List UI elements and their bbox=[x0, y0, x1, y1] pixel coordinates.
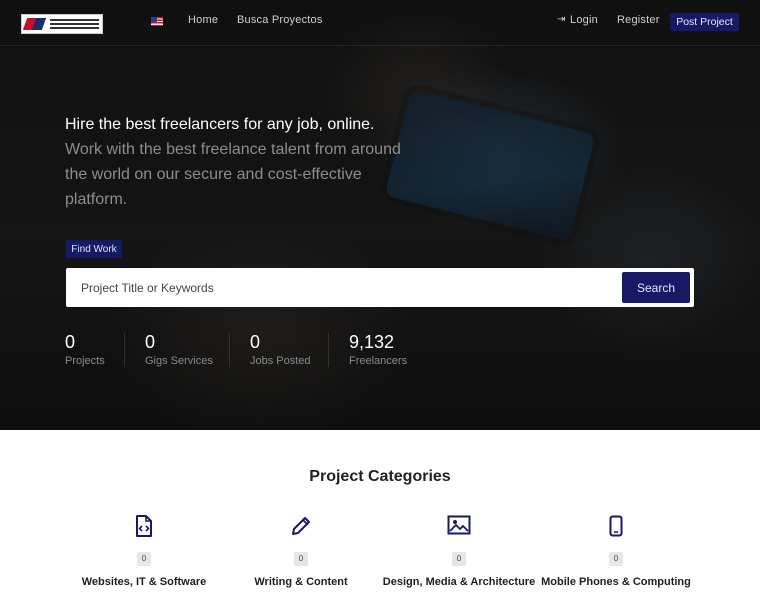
post-project-button[interactable]: Post Project bbox=[670, 13, 739, 31]
nav-register-link[interactable]: Register bbox=[617, 14, 660, 26]
category-websites-it-software[interactable]: 0 Websites, IT & Software bbox=[59, 515, 229, 588]
hero-headline: Hire the best freelancers for any job, o… bbox=[65, 116, 375, 133]
category-count-badge: 0 bbox=[137, 552, 151, 566]
stat-value: 9,132 bbox=[349, 332, 395, 352]
mobile-phone-icon bbox=[531, 515, 701, 537]
logo-text-lines bbox=[50, 19, 99, 29]
search-bar: Search bbox=[66, 268, 694, 307]
category-name: Writing & Content bbox=[254, 576, 348, 588]
hero-section: Home Busca Proyectos ⇥ Login Register Po… bbox=[0, 0, 760, 430]
stat-value: 0 bbox=[250, 332, 261, 352]
project-categories-title: Project Categories bbox=[309, 468, 451, 485]
stat-divider bbox=[229, 333, 230, 367]
category-name: Mobile Phones & Computing bbox=[541, 576, 691, 588]
nav-busca-proyectos-link[interactable]: Busca Proyectos bbox=[237, 14, 323, 26]
image-icon bbox=[374, 515, 544, 537]
stat-divider bbox=[328, 333, 329, 367]
hero-subline: Work with the best freelance talent from… bbox=[65, 141, 401, 208]
stat-label: Gigs Services bbox=[145, 355, 213, 367]
category-writing-content[interactable]: 0 Writing & Content bbox=[216, 515, 386, 588]
find-work-tab[interactable]: Find Work bbox=[66, 240, 122, 258]
nav-home-link[interactable]: Home bbox=[188, 14, 218, 26]
category-count-badge: 0 bbox=[609, 552, 623, 566]
stat-value: 0 bbox=[145, 332, 156, 352]
stat-gigs-services: 0 Gigs Services bbox=[145, 331, 213, 367]
category-name: Design, Media & Architecture bbox=[382, 576, 536, 588]
stat-jobs-posted: 0 Jobs Posted bbox=[250, 331, 311, 367]
logo-mark-icon bbox=[22, 17, 47, 31]
search-input[interactable] bbox=[74, 276, 604, 299]
site-logo[interactable] bbox=[21, 14, 103, 34]
us-flag-icon[interactable] bbox=[151, 17, 163, 26]
nav-login-link[interactable]: Login bbox=[570, 14, 598, 26]
category-mobile-phones-computing[interactable]: 0 Mobile Phones & Computing bbox=[531, 515, 701, 588]
pencil-icon bbox=[216, 515, 386, 537]
stat-freelancers: 9,132 Freelancers bbox=[349, 331, 407, 367]
stat-label: Freelancers bbox=[349, 355, 408, 367]
stat-label: Projects bbox=[65, 355, 105, 367]
top-navbar: Home Busca Proyectos ⇥ Login Register Po… bbox=[0, 0, 760, 46]
stat-projects: 0 Projects bbox=[65, 331, 105, 367]
search-button[interactable]: Search bbox=[622, 272, 690, 303]
stat-value: 0 bbox=[65, 332, 76, 352]
category-count-badge: 0 bbox=[452, 552, 466, 566]
category-name: Websites, IT & Software bbox=[81, 576, 207, 588]
stat-divider bbox=[124, 333, 125, 367]
stat-label: Jobs Posted bbox=[250, 355, 311, 367]
category-design-media-architecture[interactable]: 0 Design, Media & Architecture bbox=[374, 515, 544, 588]
category-count-badge: 0 bbox=[294, 552, 308, 566]
login-icon[interactable]: ⇥ bbox=[557, 14, 565, 25]
code-file-icon bbox=[59, 515, 229, 537]
